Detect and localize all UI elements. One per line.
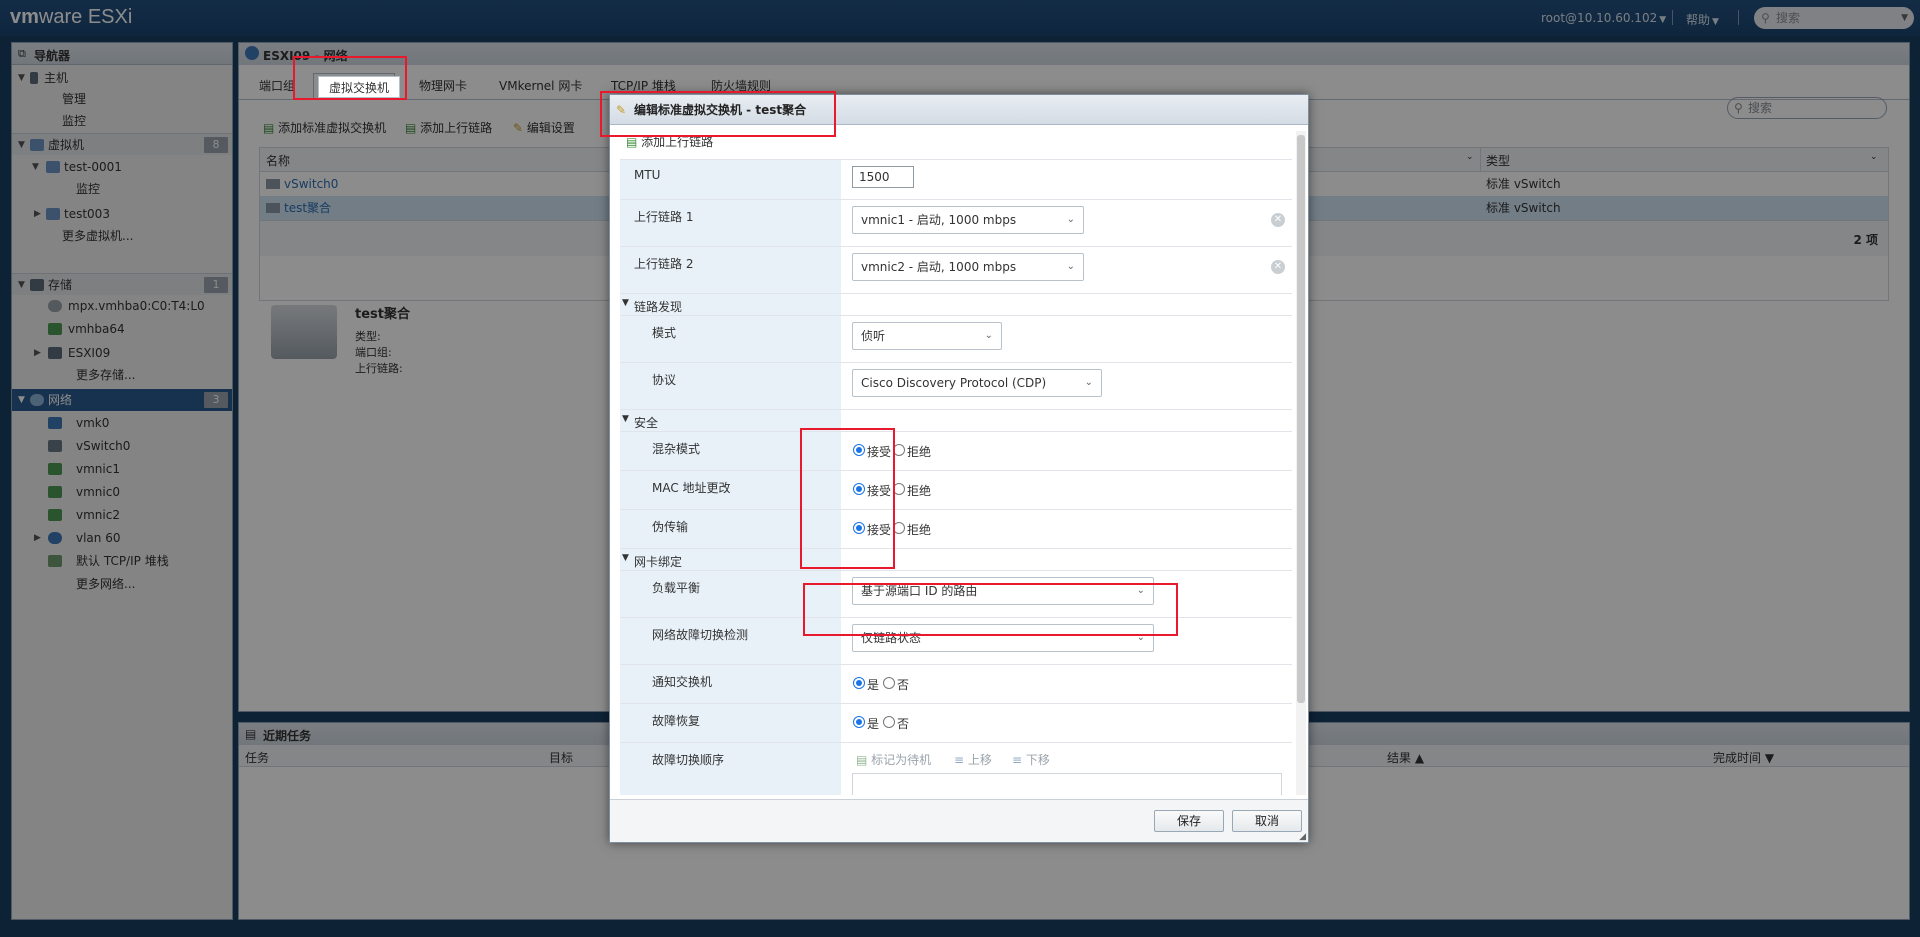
move-down-icon: ≡ — [1012, 753, 1023, 767]
mtu-input[interactable]: 1500 — [852, 166, 914, 188]
promiscuous-row: 混杂模式 接受 拒绝 — [620, 432, 1292, 471]
uplink1-label: 上行链路 1 — [634, 210, 694, 224]
add-uplink-icon: ▤ — [626, 135, 638, 149]
uplink2-row: 上行链路 2 vmnic2 - 启动, 1000 mbps ⌄ ✕ — [620, 247, 1292, 294]
tab-virtual-switches-visible[interactable]: 虚拟交换机 — [318, 76, 401, 98]
protocol-row: 协议 Cisco Discovery Protocol (CDP) ⌄ — [620, 363, 1292, 410]
mac-change-label: MAC 地址更改 — [652, 481, 731, 495]
failback-no-radio[interactable] — [883, 716, 895, 728]
forged-label: 伪传输 — [652, 520, 689, 534]
mark-standby-button[interactable]: ▤ 标记为待机 — [856, 751, 931, 768]
failover-detect-label: 网络故障切换检测 — [652, 628, 749, 642]
link-discovery-group[interactable]: ▼ 链路发现 — [620, 294, 1292, 316]
chevron-down-icon: ▼ — [622, 553, 629, 563]
mode-row: 模式 侦听 ⌄ — [620, 316, 1292, 363]
load-balance-label: 负载平衡 — [652, 581, 701, 595]
chevron-down-icon: ⌄ — [1066, 261, 1075, 272]
chevron-down-icon: ⌄ — [1084, 377, 1093, 388]
cancel-button[interactable]: 取消 — [1232, 810, 1302, 832]
highlight-box — [600, 91, 836, 137]
nic-teaming-group[interactable]: ▼ 网卡绑定 — [620, 549, 1292, 571]
uplink2-label: 上行链路 2 — [634, 257, 694, 271]
highlight-box — [803, 583, 1178, 636]
settings-form: MTU 1500 上行链路 1 vmnic1 - 启动, 1000 mbps ⌄ … — [620, 159, 1292, 795]
highlight-box — [800, 428, 895, 569]
standby-icon: ▤ — [856, 753, 868, 767]
failover-order-row: 故障切换顺序 ▤ 标记为待机 ≡ 上移 ≡ 下移 — [620, 743, 1292, 795]
uplink2-select[interactable]: vmnic2 - 启动, 1000 mbps ⌄ — [852, 253, 1084, 281]
notify-no-radio[interactable] — [883, 677, 895, 689]
chevron-down-icon: ⌄ — [984, 330, 993, 341]
move-down-button[interactable]: ≡ 下移 — [1012, 751, 1050, 768]
mac-change-row: MAC 地址更改 接受 拒绝 — [620, 471, 1292, 510]
failover-order-table — [852, 773, 1282, 795]
mtu-row: MTU 1500 — [620, 160, 1292, 200]
chevron-down-icon: ▼ — [622, 414, 629, 424]
failback-yes-radio[interactable] — [853, 716, 865, 728]
dialog-body: ▤ 添加上行链路 MTU 1500 上行链路 1 vmnic1 - 启动, 10… — [620, 131, 1298, 795]
save-button[interactable]: 保存 — [1154, 810, 1224, 832]
mode-label: 模式 — [652, 326, 677, 340]
move-up-button[interactable]: ≡ 上移 — [954, 751, 992, 768]
security-group[interactable]: ▼ 安全 — [620, 410, 1292, 432]
notify-label: 通知交换机 — [652, 675, 713, 689]
promiscuous-label: 混杂模式 — [652, 442, 701, 456]
resize-handle-icon[interactable]: ◢ — [1299, 832, 1306, 842]
chevron-down-icon: ⌄ — [1066, 214, 1075, 225]
mode-select[interactable]: 侦听 ⌄ — [852, 322, 1002, 350]
failover-order-label: 故障切换顺序 — [652, 753, 725, 767]
mtu-label: MTU — [634, 168, 661, 182]
dialog-scrollbar[interactable] — [1296, 131, 1306, 795]
remove-uplink-icon[interactable]: ✕ — [1271, 260, 1285, 274]
uplink1-row: 上行链路 1 vmnic1 - 启动, 1000 mbps ⌄ ✕ — [620, 200, 1292, 247]
notify-yes-radio[interactable] — [853, 677, 865, 689]
edit-vswitch-dialog: ✎ 编辑标准虚拟交换机 - test聚合 ▤ 添加上行链路 MTU 1500 上… — [609, 94, 1309, 843]
remove-uplink-icon[interactable]: ✕ — [1271, 213, 1285, 227]
forged-row: 伪传输 接受 拒绝 — [620, 510, 1292, 549]
dialog-footer: 保存 取消 ◢ — [610, 799, 1308, 842]
protocol-label: 协议 — [652, 373, 677, 387]
uplink1-select[interactable]: vmnic1 - 启动, 1000 mbps ⌄ — [852, 206, 1084, 234]
chevron-down-icon: ▼ — [622, 298, 629, 308]
notify-switch-row: 通知交换机 是 否 — [620, 665, 1292, 704]
scrollbar-thumb[interactable] — [1297, 135, 1305, 703]
failback-label: 故障恢复 — [652, 714, 701, 728]
move-up-icon: ≡ — [954, 753, 965, 767]
protocol-select[interactable]: Cisco Discovery Protocol (CDP) ⌄ — [852, 369, 1102, 397]
failback-row: 故障恢复 是 否 — [620, 704, 1292, 743]
